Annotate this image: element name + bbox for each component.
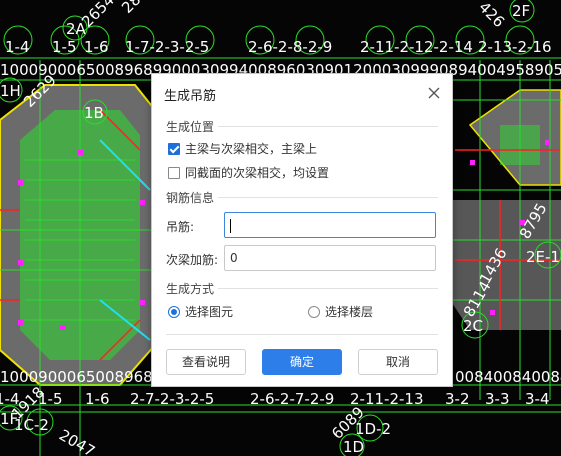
hanger-label: 吊筋: xyxy=(166,220,195,234)
cad-axis-label: 2-6-2-8-2-9 xyxy=(248,38,332,56)
checkbox-main-secondary-label: 主梁与次梁相交，主梁上 xyxy=(185,142,318,156)
radio-select-element[interactable]: 选择图元 xyxy=(168,303,233,320)
checkbox-main-secondary[interactable]: 主梁与次梁相交，主梁上 xyxy=(168,140,317,157)
cad-axis-label: 3-3 xyxy=(485,390,510,408)
cad-axis-label: 1-6 xyxy=(85,390,110,408)
cad-axis-label: 2-7-2-3-2-5 xyxy=(130,390,214,408)
hanger-input[interactable] xyxy=(224,212,436,238)
checkbox-same-section-label: 同截面的次梁相交，均设置 xyxy=(185,166,330,180)
generate-hanger-dialog: 生成吊筋 生成位置 主梁与次梁相交，主梁上 同截面的次梁相交，均设置 钢筋信息 … xyxy=(151,73,453,387)
cad-axis-label: 3-4 xyxy=(525,390,550,408)
cad-dimension-text: 008400840084 xyxy=(455,368,561,386)
cad-axis-label: 3-2 xyxy=(445,390,470,408)
section-divider xyxy=(218,126,438,127)
cad-grid-label: 2E-1 xyxy=(526,248,560,266)
cad-grid-label: 2F xyxy=(512,2,530,20)
cad-axis-label: 1-5 xyxy=(52,38,77,56)
cancel-button[interactable]: 取消 xyxy=(358,349,438,375)
cad-grid-label: 1B xyxy=(84,104,104,122)
dialog-title: 生成吊筋 xyxy=(164,89,217,104)
help-button[interactable]: 查看说明 xyxy=(166,349,246,375)
checkbox-icon[interactable] xyxy=(168,142,180,155)
section-divider xyxy=(218,197,438,198)
section-rebar-info: 钢筋信息 xyxy=(166,191,215,205)
secondary-rebar-input-value: 0 xyxy=(230,251,238,265)
cad-axis-label: 2-11-2-12-2-14 xyxy=(360,38,473,56)
ok-button[interactable]: 确定 xyxy=(262,349,342,375)
cad-axis-label: 1-4 xyxy=(5,38,30,56)
cad-axis-label: 2-13-2-16 xyxy=(478,38,552,56)
radio-select-floor[interactable]: 选择楼层 xyxy=(308,303,373,320)
section-divider xyxy=(218,288,438,289)
cad-dimension-text: 1000900065008968 xyxy=(0,368,153,386)
dialog-titlebar[interactable]: 生成吊筋 xyxy=(152,74,452,112)
checkbox-icon[interactable] xyxy=(168,166,180,179)
section-generate-method: 生成方式 xyxy=(166,282,215,296)
radio-select-element-label: 选择图元 xyxy=(185,305,234,319)
cad-axis-label: 1-7-2-3-2-5 xyxy=(125,38,209,56)
text-caret xyxy=(230,218,231,233)
checkbox-same-section[interactable]: 同截面的次梁相交，均设置 xyxy=(168,164,329,181)
close-icon[interactable] xyxy=(426,85,442,101)
radio-icon[interactable] xyxy=(308,305,320,318)
secondary-rebar-label: 次梁加筋: xyxy=(166,253,219,267)
cad-grid-label: 1D xyxy=(343,438,364,456)
radio-icon[interactable] xyxy=(168,305,180,318)
secondary-rebar-input[interactable]: 0 xyxy=(224,245,436,271)
cad-grid-label: 1H xyxy=(0,82,21,100)
cad-axis-label: 1-6 xyxy=(84,38,109,56)
section-generate-position: 生成位置 xyxy=(166,120,215,134)
footer-divider xyxy=(166,334,438,335)
radio-select-floor-label: 选择楼层 xyxy=(325,305,374,319)
cad-axis-label: 2-6-2-7-2-9 xyxy=(250,390,334,408)
cad-axis-label: 2-11-2-13 xyxy=(350,390,424,408)
